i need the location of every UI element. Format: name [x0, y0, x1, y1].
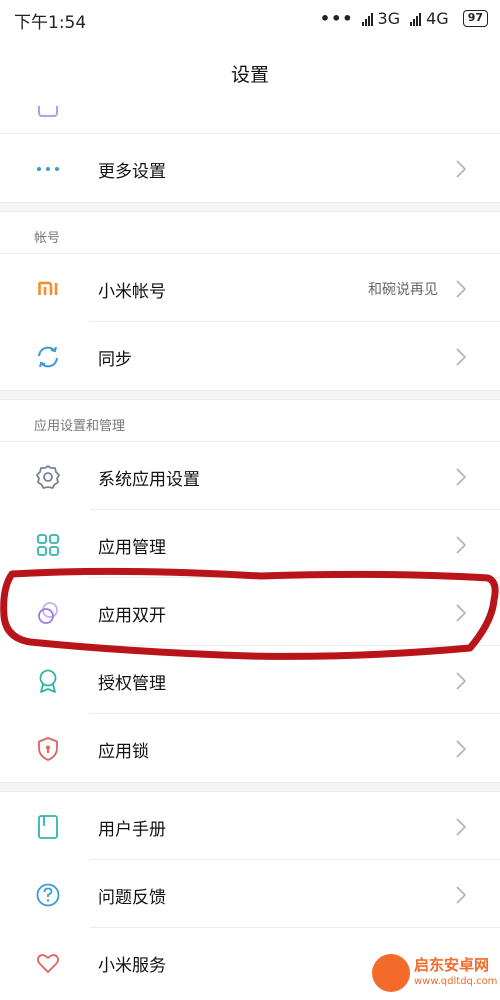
network-4g-label: 4G [426, 9, 449, 28]
network-3g-label: 3G [377, 9, 401, 28]
status-indicators: ••• 3G 4G 97 [320, 9, 488, 28]
list-item-app-lock[interactable]: 应用锁 [0, 714, 500, 782]
chevron-right-icon [456, 672, 467, 690]
status-time: 下午1:54 [14, 13, 87, 33]
chevron-right-icon [456, 604, 467, 622]
mi-account-label: 小米帐号 [98, 282, 166, 302]
permissions-label: 授权管理 [98, 674, 166, 694]
feedback-label: 问题反馈 [98, 888, 166, 908]
question-circle-icon [34, 881, 62, 909]
list-item-permissions[interactable]: 授权管理 [0, 646, 500, 714]
section-header-apps: 应用设置和管理 [0, 400, 500, 442]
sync-label: 同步 [98, 350, 132, 370]
section-gap [0, 390, 500, 400]
chevron-right-icon [456, 280, 467, 298]
section-header-account: 帐号 [0, 212, 500, 254]
mi-account-value: 和碗说再见 [368, 282, 438, 298]
chevron-right-icon [456, 740, 467, 758]
chevron-right-icon [456, 160, 467, 178]
shield-lock-icon [34, 735, 62, 763]
watermark-icon [372, 954, 410, 992]
status-bar: 下午1:54 ••• 3G 4G 97 [0, 0, 500, 36]
chevron-right-icon [456, 468, 467, 486]
list-item-mi-account[interactable]: 小米帐号 和碗说再见 [0, 254, 500, 322]
grid-icon [34, 531, 62, 559]
chevron-right-icon [456, 886, 467, 904]
book-icon [34, 813, 62, 841]
list-item-sync[interactable]: 同步 [0, 322, 500, 390]
watermark-title: 启东安卓网 [414, 956, 490, 974]
section-gap [0, 202, 500, 212]
more-settings-label: 更多设置 [98, 162, 166, 182]
sync-icon [34, 343, 62, 371]
mi-service-label: 小米服务 [98, 956, 166, 976]
list-item-dual-apps[interactable]: 应用双开 [0, 578, 500, 646]
list-item-system-apps[interactable]: 系统应用设置 [0, 442, 500, 510]
dual-apps-label: 应用双开 [98, 606, 166, 626]
system-apps-label: 系统应用设置 [98, 470, 200, 490]
apps-section-title: 应用设置和管理 [34, 419, 126, 434]
list-item-more-settings[interactable]: 更多设置 [0, 134, 500, 202]
list-item-app-management[interactable]: 应用管理 [0, 510, 500, 578]
more-dots-icon [34, 155, 62, 183]
chevron-right-icon [456, 818, 467, 836]
dual-circles-icon [34, 599, 62, 627]
battery-icon: 97 [462, 10, 488, 27]
signal-icon [361, 12, 373, 26]
watermark-url: www.qdltdq.com [414, 976, 498, 987]
notification-dots: ••• [319, 9, 354, 28]
chevron-right-icon [456, 536, 467, 554]
badge-ribbon-icon [34, 667, 62, 695]
section-gap [0, 782, 500, 792]
list-item-partial[interactable] [0, 106, 500, 134]
chevron-right-icon [456, 348, 467, 366]
signal-icon [410, 12, 422, 26]
account-section-title: 帐号 [34, 231, 61, 246]
gear-icon [34, 463, 62, 491]
app-management-label: 应用管理 [98, 538, 166, 558]
settings-list[interactable]: 更多设置 帐号 小米帐号 和碗说再见 同步 应用设置和管理 系统应用设置 应用管… [0, 106, 500, 996]
user-manual-label: 用户手册 [98, 820, 166, 840]
watermark-logo: 启东安卓网 www.qdltdq.com [372, 952, 498, 996]
heart-icon [34, 949, 62, 977]
mi-logo-icon [34, 275, 62, 303]
app-lock-label: 应用锁 [98, 742, 149, 762]
list-item-feedback[interactable]: 问题反馈 [0, 860, 500, 928]
title-bar: 设置 [0, 36, 500, 106]
list-item-user-manual[interactable]: 用户手册 [0, 792, 500, 860]
page-title: 设置 [230, 64, 269, 86]
partial-icon [34, 106, 62, 124]
